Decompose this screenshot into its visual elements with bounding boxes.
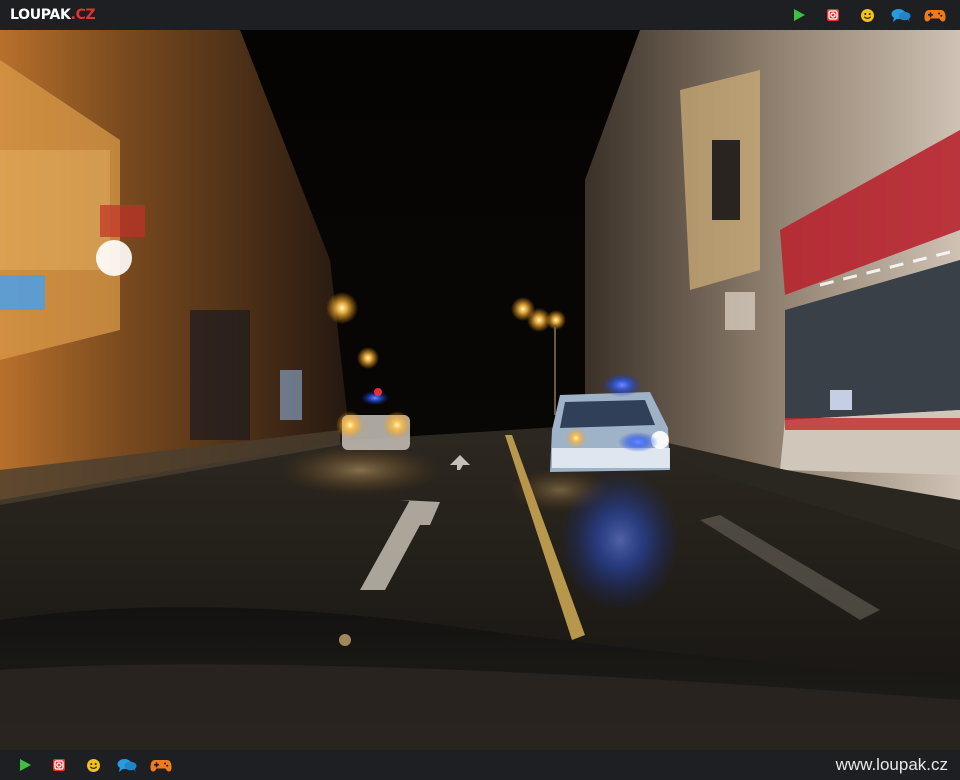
smiley-icon[interactable] [850, 4, 884, 26]
bottom-bar: www.loupak.cz [0, 750, 960, 780]
gamepad-icon[interactable] [144, 754, 178, 776]
play-icon[interactable] [8, 754, 42, 776]
gamepad-icon[interactable] [918, 4, 952, 26]
site-logo[interactable]: LOUPAK.CZ [10, 7, 96, 23]
chat-icon[interactable] [110, 754, 144, 776]
bottom-icon-row [8, 754, 178, 776]
smiley-icon[interactable] [76, 754, 110, 776]
site-url[interactable]: www.loupak.cz [836, 755, 948, 775]
instagram-icon[interactable] [42, 754, 76, 776]
logo-text: LOUPAK [10, 7, 71, 23]
main-photo [0, 30, 960, 750]
chat-icon[interactable] [884, 4, 918, 26]
top-icon-row [782, 4, 952, 26]
logo-tld: .CZ [70, 7, 96, 23]
top-bar: LOUPAK.CZ [0, 0, 960, 30]
play-icon[interactable] [782, 4, 816, 26]
instagram-icon[interactable] [816, 4, 850, 26]
